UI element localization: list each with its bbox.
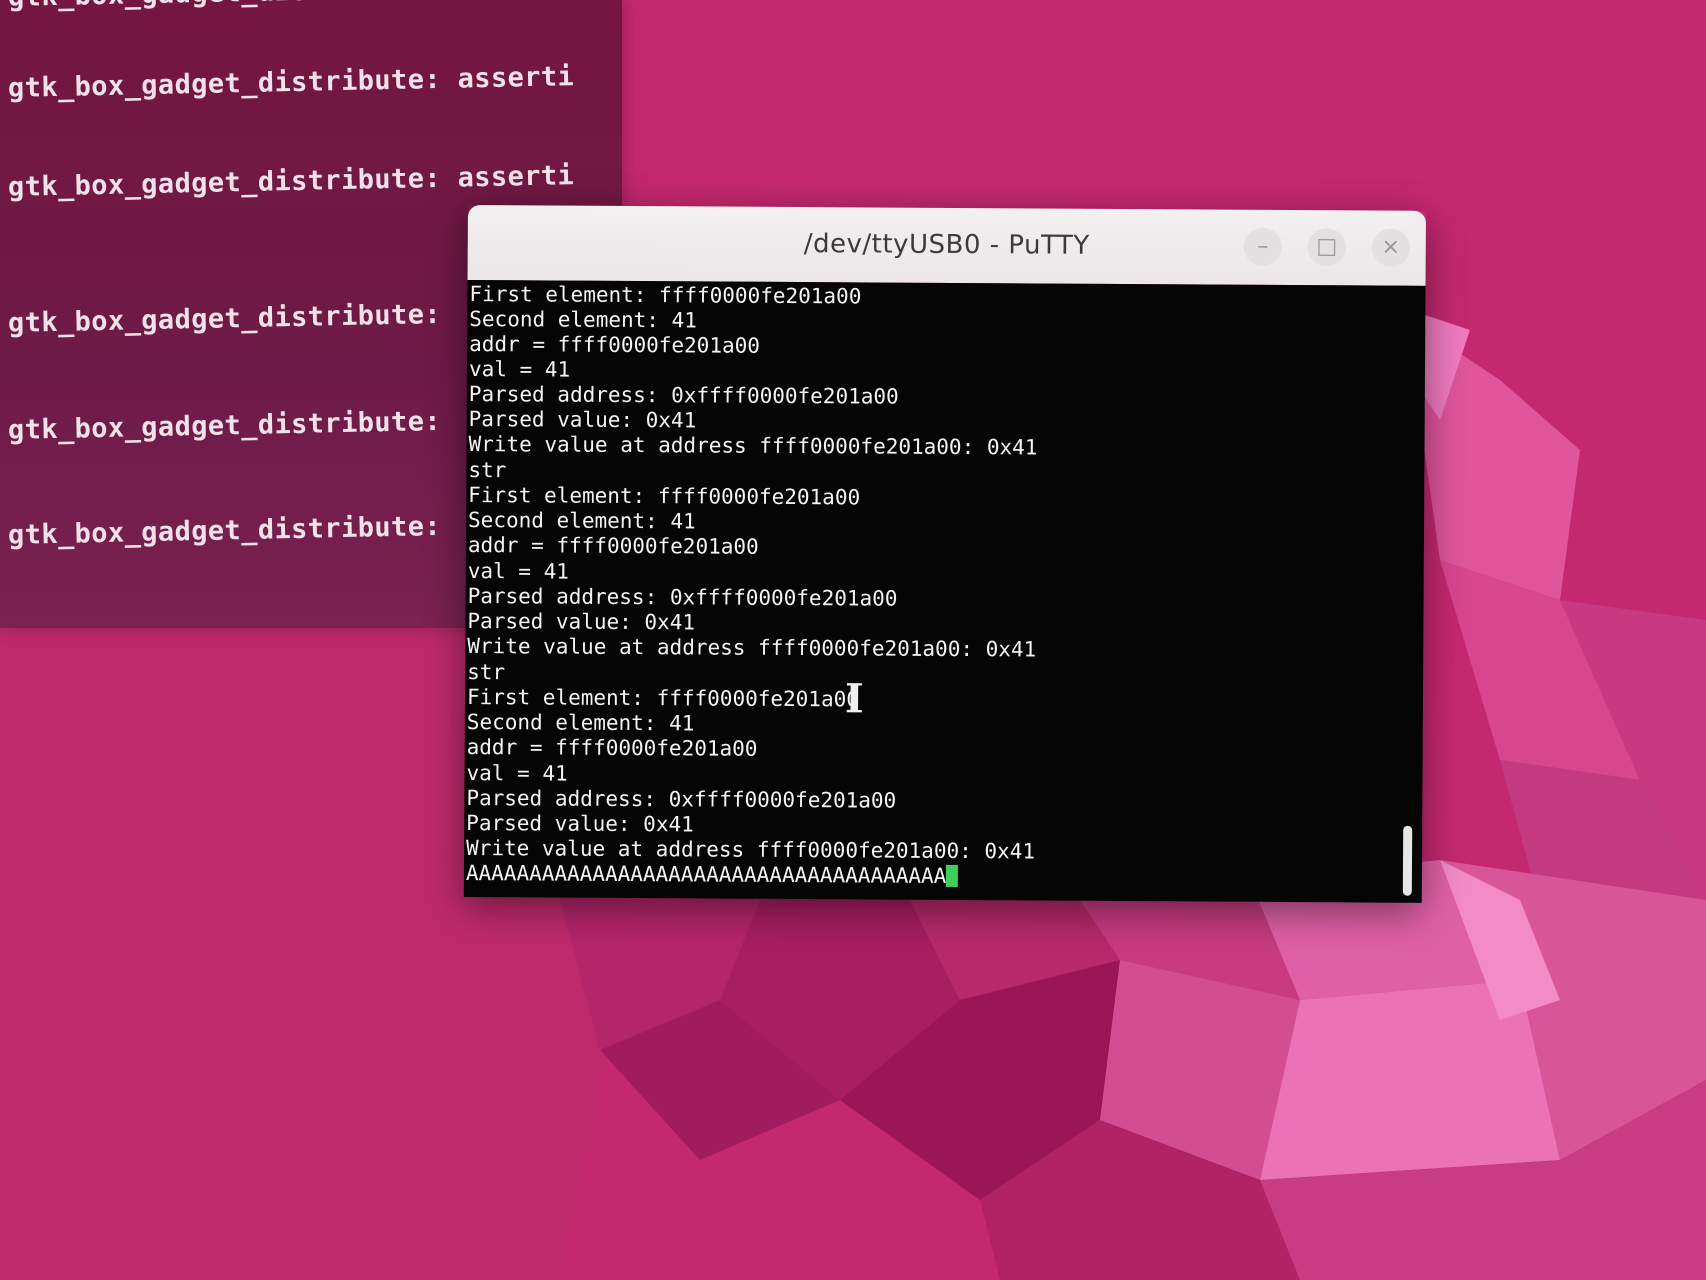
terminal-line: First element: ffff0000fe201a00 <box>466 685 859 712</box>
window-title: /dev/ttyUSB0 - PuTTY <box>803 229 1090 261</box>
terminal-line: First element: ffff0000fe201a00 <box>469 282 862 309</box>
terminal-line: Second element: 41 <box>468 508 696 534</box>
terminal-line: Parsed value: 0x41 <box>468 407 697 433</box>
terminal-line: Parsed value: 0x41 <box>467 609 696 635</box>
maximize-button[interactable]: □ <box>1307 228 1346 267</box>
terminal-line: Parsed value: 0x41 <box>466 811 694 837</box>
terminal-line: Second element: 41 <box>469 307 697 333</box>
terminal-line: addr = ffff0000fe201a00 <box>467 533 759 559</box>
putty-window[interactable]: /dev/ttyUSB0 - PuTTY – □ × First element… <box>463 205 1426 903</box>
terminal-line: val = 41 <box>467 559 569 584</box>
background-terminal-line: gtk_box_gadget_distribute: <box>7 298 442 339</box>
scrollbar-thumb[interactable] <box>1402 825 1413 896</box>
terminal-line: Write value at address ffff0000fe201a00:… <box>468 432 1038 460</box>
terminal-line: Parsed address: 0xffff0000fe201a00 <box>468 382 899 409</box>
terminal-line: val = 41 <box>468 357 571 382</box>
terminal-line: Parsed address: 0xffff0000fe201a00 <box>466 786 897 813</box>
background-terminal-line: gtk_box_gadget_distribute: <box>7 405 442 446</box>
terminal-line: Write value at address ffff0000fe201a00:… <box>465 836 1036 864</box>
terminal-line: Second element: 41 <box>466 710 695 736</box>
terminal-line: First element: ffff0000fe201a00 <box>468 483 861 510</box>
background-terminal-line: gtk_box_gadget_distribute: asserti <box>7 160 575 203</box>
terminal-line: addr = ffff0000fe201a00 <box>469 332 761 358</box>
terminal-input-line[interactable]: AAAAAAAAAAAAAAAAAAAAAAAAAAAAAAAAAAAAAA <box>466 861 959 889</box>
background-terminal-line: gtk_box_gadget_distribute: <box>7 510 442 551</box>
text-cursor <box>946 864 959 888</box>
terminal-line: addr = ffff0000fe201a00 <box>466 735 758 761</box>
terminal-line: str <box>468 458 507 483</box>
close-icon: × <box>1381 234 1401 260</box>
background-terminal-partial-line: gtk_box_gadget_distribute: asserti <box>8 0 575 13</box>
background-terminal-line: gtk_box_gadget_distribute: asserti <box>7 61 575 104</box>
minimize-icon: – <box>1257 233 1269 259</box>
window-titlebar[interactable]: /dev/ttyUSB0 - PuTTY – □ × <box>467 205 1426 286</box>
ibeam-icon: I <box>844 675 864 723</box>
minimize-button[interactable]: – <box>1243 227 1282 266</box>
terminal-output[interactable]: First element: ffff0000fe201a00 Second e… <box>463 279 1426 903</box>
terminal-line: Write value at address ffff0000fe201a00:… <box>467 634 1037 662</box>
close-button[interactable]: × <box>1371 228 1410 267</box>
terminal-line: str <box>467 660 506 685</box>
terminal-line: val = 41 <box>466 761 568 786</box>
maximize-icon: □ <box>1316 234 1338 260</box>
terminal-line: Parsed address: 0xffff0000fe201a00 <box>467 584 898 611</box>
terminal-input-text: AAAAAAAAAAAAAAAAAAAAAAAAAAAAAAAAAAAAAA <box>465 861 947 888</box>
